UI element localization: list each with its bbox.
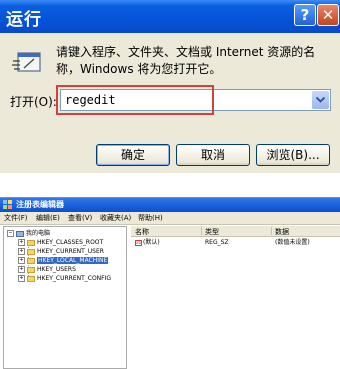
highlight-box — [56, 85, 214, 115]
tree-root[interactable]: − 我的电脑 — [7, 229, 50, 238]
tree-item-hkey-current-user[interactable]: + HKEY_CURRENT_USER — [18, 247, 104, 256]
close-button[interactable]: ✕ — [317, 4, 339, 26]
tree-item-label: HKEY_CURRENT_USER — [37, 248, 104, 255]
folder-icon — [27, 257, 35, 264]
open-label: 打开(O): — [10, 93, 57, 110]
run-dialog-titlebar[interactable]: 运行 ? ✕ — [0, 0, 340, 33]
dropdown-button[interactable] — [312, 91, 329, 109]
menu-file[interactable]: 文件(F) — [4, 213, 28, 223]
menu-view[interactable]: 查看(V) — [68, 213, 92, 223]
expand-icon[interactable]: + — [18, 266, 25, 273]
column-divider[interactable] — [201, 227, 202, 235]
tree-item-hkey-users[interactable]: + HKEY_USERS — [18, 265, 76, 274]
list-header: 名称 类型 数据 — [131, 226, 340, 237]
folder-icon — [27, 239, 35, 246]
folder-icon — [27, 266, 35, 273]
values-list[interactable]: 名称 类型 数据 ab (默认) REG_SZ (数值未设置) — [131, 226, 340, 369]
run-dialog: 运行 ? ✕ 请键入程序、文件夹、文档或 Internet 资源的名称，Wind… — [0, 0, 340, 173]
cancel-button[interactable]: 取消 — [176, 144, 250, 166]
tree-item-label: HKEY_CURRENT_CONFIG — [37, 275, 112, 282]
help-button[interactable]: ? — [294, 4, 316, 26]
computer-icon — [16, 230, 24, 237]
tree-item-label: HKEY_USERS — [37, 266, 76, 273]
expand-icon[interactable]: + — [18, 257, 25, 264]
registry-editor-titlebar[interactable]: 注册表编辑器 — [0, 198, 340, 212]
browse-button[interactable]: 浏览(B)... — [256, 144, 330, 166]
expand-icon[interactable]: + — [18, 248, 25, 255]
registry-editor-title: 注册表编辑器 — [16, 200, 64, 209]
tree-root-label: 我的电脑 — [26, 230, 51, 237]
tree-item-hkey-classes-root[interactable]: + HKEY_CLASSES_ROOT — [18, 238, 103, 247]
column-data[interactable]: 数据 — [275, 227, 289, 237]
menu-bar: 文件(F) 编辑(E) 查看(V) 收藏夹(A) 帮助(H) — [0, 212, 340, 225]
folder-icon — [27, 275, 35, 282]
ok-button[interactable]: 确定 — [96, 144, 170, 166]
menu-help[interactable]: 帮助(H) — [138, 213, 163, 223]
registry-tree[interactable]: − 我的电脑 + HKEY_CLASSES_ROOT + HKEY_CURRENT_U… — [3, 226, 127, 369]
value-name: (默认) — [143, 239, 160, 246]
collapse-icon[interactable]: − — [7, 230, 14, 237]
tree-item-hkey-current-config[interactable]: + HKEY_CURRENT_CONFIG — [18, 274, 111, 283]
value-type: REG_SZ — [205, 239, 229, 246]
column-type[interactable]: 类型 — [205, 227, 219, 237]
expand-icon[interactable]: + — [18, 275, 25, 282]
table-row[interactable]: ab (默认) REG_SZ (数值未设置) — [131, 238, 340, 247]
chevron-down-icon — [316, 97, 325, 103]
tree-item-hkey-local-machine[interactable]: + HKEY_LOCAL_MACHINE — [18, 256, 109, 265]
registry-icon — [3, 200, 12, 209]
column-name[interactable]: 名称 — [135, 227, 149, 237]
open-label-text: 打开(O): — [10, 95, 57, 109]
run-dialog-title: 运行 — [6, 10, 42, 30]
value-data: (数值未设置) — [275, 239, 310, 246]
folder-icon — [27, 248, 35, 255]
run-description: 请键入程序、文件夹、文档或 Internet 资源的名称，Windows 将为您… — [56, 45, 316, 76]
run-program-icon — [12, 52, 41, 72]
value-name-cell: ab (默认) — [135, 238, 160, 247]
column-divider[interactable] — [271, 227, 272, 235]
tree-item-label: HKEY_LOCAL_MACHINE — [37, 257, 109, 264]
registry-editor-window: 注册表编辑器 文件(F) 编辑(E) 查看(V) 收藏夹(A) 帮助(H) − 我… — [0, 197, 340, 369]
string-value-icon: ab — [135, 239, 142, 246]
expand-icon[interactable]: + — [18, 239, 25, 246]
tree-item-label: HKEY_CLASSES_ROOT — [37, 239, 104, 246]
menu-edit[interactable]: 编辑(E) — [36, 213, 60, 223]
menu-favorites[interactable]: 收藏夹(A) — [100, 213, 131, 223]
